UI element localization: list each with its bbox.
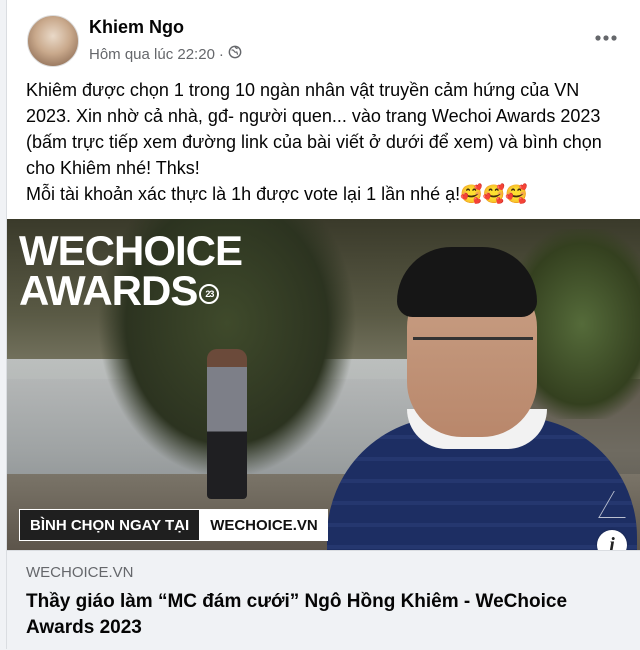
author-avatar[interactable] [27, 15, 79, 67]
vote-label: BÌNH CHỌN NGAY TẠI [19, 509, 201, 541]
link-preview-image[interactable]: WECHOICE AWARDS 23 BÌNH CHỌN NGAY TẠI WEC… [7, 219, 640, 550]
link-title[interactable]: Thầy giáo làm “MC đám cưới” Ngô Hồng Khi… [26, 589, 616, 641]
post-timestamp[interactable]: Hôm qua lúc 22:20 [89, 46, 215, 63]
link-preview-footer[interactable]: WECHOICE.VN Thầy giáo làm “MC đám cưới” … [7, 550, 640, 650]
logo-badge: 23 [199, 283, 220, 304]
facebook-post: Khiem Ngo Hôm qua lúc 22:20 · Khiêm được… [6, 0, 640, 650]
image-walking-person [207, 349, 247, 499]
vote-site: WECHOICE.VN [200, 509, 328, 541]
post-header: Khiem Ngo Hôm qua lúc 22:20 · [7, 0, 640, 72]
vote-banner: BÌNH CHỌN NGAY TẠI WECHOICE.VN [19, 509, 328, 541]
logo-line-1: WECHOICE [19, 227, 243, 274]
portrait-glasses [413, 337, 533, 370]
link-domain: WECHOICE.VN [26, 564, 134, 581]
post-paragraph: Mỗi tài khoản xác thực là 1h được vote l… [26, 184, 528, 204]
post-paragraph: Khiêm được chọn 1 trong 10 ngàn nhân vật… [26, 80, 602, 178]
more-options-icon[interactable] [593, 26, 619, 52]
logo-line-2: AWARDS [19, 267, 198, 314]
portrait-hair [397, 247, 537, 317]
image-portrait [327, 247, 637, 550]
meta-separator: · [218, 45, 224, 63]
wechoice-logo: WECHOICE AWARDS 23 [19, 227, 243, 314]
globe-icon [228, 45, 242, 63]
author-name[interactable]: Khiem Ngo [89, 17, 184, 38]
post-text: Khiêm được chọn 1 trong 10 ngàn nhân vật… [26, 77, 626, 207]
post-meta: Hôm qua lúc 22:20 · [89, 45, 242, 63]
